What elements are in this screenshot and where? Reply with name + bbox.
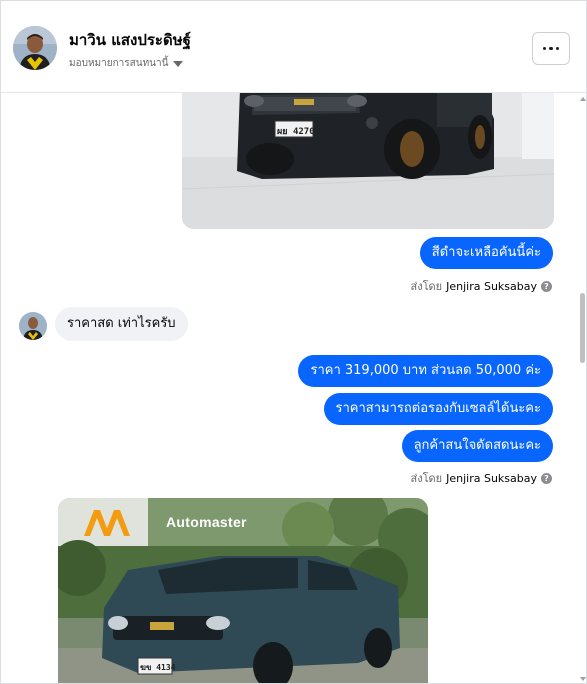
scroll-down-arrow-icon[interactable] (580, 677, 586, 681)
sent-by-label: ส่งโดย Jenjira Suksabay ? (411, 469, 552, 487)
thread-scrollbar[interactable] (578, 93, 586, 683)
contact-avatar[interactable] (13, 26, 57, 70)
outgoing-message-bubble[interactable]: ลูกค้าสนใจดัดสดนะคะ (401, 430, 553, 462)
message-thread[interactable]: ผย 4270 สีดำจะเหลือคันนี้ค่ะ ส่งโดย Jenj… (1, 93, 586, 683)
license-plate-text: ผย 4270 (277, 127, 315, 137)
more-horizontal-icon (542, 46, 560, 51)
sent-by-prefix: ส่งโดย (410, 280, 443, 293)
sent-by-agent-name: Jenjira Suksabay (446, 471, 537, 485)
contact-name[interactable]: มาวิน แสงประดิษฐ์ (69, 28, 191, 52)
sent-by-prefix: ส่งโดย (410, 472, 443, 485)
conversation-header: มาวิน แสงประดิษฐ์ มอบหมายการสนทนานี้ (1, 1, 586, 93)
license-plate-text: ฆข 4134 (140, 663, 176, 672)
info-icon[interactable]: ? (541, 472, 552, 484)
vehicle-photo-teal-pickup[interactable]: Automaster ฆข 4134 (58, 498, 428, 683)
automaster-watermark: Automaster (166, 514, 247, 530)
incoming-message-bubble[interactable]: ราคาสด เท่าไรครับ (55, 307, 188, 341)
outgoing-message-bubble[interactable]: สีดำจะเหลือคันนี้ค่ะ (419, 237, 553, 269)
assign-conversation-dropdown[interactable]: มอบหมายการสนทนานี้ (69, 56, 184, 71)
black-pickup-image (182, 93, 554, 229)
sent-by-label: ส่งโดย Jenjira Suksabay ? (411, 277, 552, 295)
contact-avatar-small[interactable] (19, 312, 47, 340)
contact-avatar-image (13, 26, 57, 70)
assign-conversation-label: มอบหมายการสนทนานี้ (69, 58, 169, 69)
vehicle-photo-black-pickup[interactable]: ผย 4270 (182, 93, 554, 229)
outgoing-message-bubble[interactable]: ราคาสามารถต่อรองกับเซลล์ได้นะคะ (323, 393, 553, 425)
caret-down-icon (173, 61, 184, 67)
outgoing-message-bubble[interactable]: ราคา 319,000 บาท ส่วนลด 50,000 ค่ะ (298, 355, 553, 387)
info-icon[interactable]: ? (541, 280, 552, 292)
conversation-window: มาวิน แสงประดิษฐ์ มอบหมายการสนทนานี้ ผย … (0, 0, 587, 684)
more-options-button[interactable] (532, 32, 570, 65)
contact-avatar-small-image (19, 312, 47, 340)
scrollbar-thumb[interactable] (580, 293, 585, 363)
sent-by-agent-name: Jenjira Suksabay (446, 279, 537, 293)
scroll-up-arrow-icon[interactable] (580, 97, 586, 101)
